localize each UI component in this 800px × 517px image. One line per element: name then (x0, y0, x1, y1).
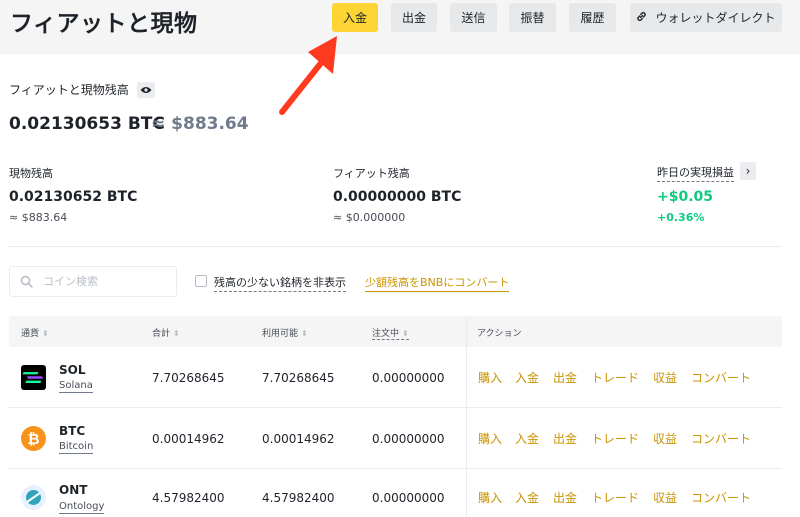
total-value: 0.00014962 (152, 432, 225, 446)
page-header: フィアットと現物 入金 出金 送信 振替 履歴 ウォレットダイレクト (0, 0, 800, 54)
convert-action[interactable]: コンバート (691, 369, 751, 386)
hide-small-checkbox[interactable] (195, 275, 207, 287)
total-btc-balance: 0.02130653 BTC (9, 114, 165, 134)
trade-action[interactable]: トレード (591, 430, 639, 447)
withdraw-action[interactable]: 出金 (553, 430, 577, 447)
transfer-button[interactable]: 振替 (509, 3, 556, 32)
spot-balance-btc: 0.02130652 BTC (9, 189, 138, 205)
buy-action[interactable]: 購入 (478, 430, 502, 447)
buy-action[interactable]: 購入 (478, 369, 502, 386)
send-button[interactable]: 送信 (450, 3, 497, 32)
earn-action[interactable]: 収益 (653, 430, 677, 447)
coin-symbol: BTC (59, 424, 86, 438)
withdraw-button[interactable]: 出金 (391, 3, 437, 32)
table-header: 通貨 ⬍ 合計 ⬍ 利用可能 ⬍ 注文中 ⬍ アクション (9, 316, 782, 347)
balance-title-label: フィアットと現物残高 (9, 83, 129, 97)
sort-icon: ⬍ (301, 329, 308, 338)
earn-action[interactable]: 収益 (653, 489, 677, 506)
coin-name-link[interactable]: Solana (59, 380, 93, 393)
sort-icon: ⬍ (173, 329, 180, 338)
coin-name-link[interactable]: Bitcoin (59, 441, 94, 454)
pnl-value: +$0.05 (657, 189, 714, 205)
total-value: 7.70268645 (152, 371, 225, 385)
available-value: 7.70268645 (262, 371, 335, 385)
spot-balance-usd: ≈ $883.64 (9, 211, 68, 224)
in-order-value: 0.00000000 (372, 371, 445, 385)
sort-icon: ⬍ (402, 329, 409, 338)
in-order-value: 0.00000000 (372, 432, 445, 446)
convert-action[interactable]: コンバート (691, 430, 751, 447)
svg-text:₿: ₿ (27, 430, 39, 448)
pnl-percent: +0.36% (657, 211, 705, 224)
trade-action[interactable]: トレード (591, 489, 639, 506)
header-in-order[interactable]: 注文中 ⬍ (372, 326, 409, 340)
balance-title: フィアットと現物残高 (9, 81, 155, 98)
pnl-label[interactable]: 昨日の実現損益 (657, 164, 734, 182)
fiat-balance-label: フィアット残高 (333, 167, 410, 180)
table-row: ₿ BTC Bitcoin 0.00014962 0.00014962 0.00… (9, 408, 782, 468)
table-row: ONT Ontology 4.57982400 4.57982400 0.000… (9, 469, 782, 517)
ontology-icon (21, 485, 46, 510)
fiat-balance-usd: ≈ $0.000000 (333, 211, 406, 224)
convert-to-bnb-link[interactable]: 少額残高をBNBにコンバート (365, 274, 510, 292)
table-row: SOL Solana 7.70268645 7.70268645 0.00000… (9, 347, 782, 407)
link-icon (636, 11, 647, 25)
wallet-direct-label: ウォレットダイレクト (655, 11, 776, 25)
page-title: フィアットと現物 (10, 11, 198, 37)
spot-balance-label: 現物残高 (9, 167, 53, 180)
fiat-balance-btc: 0.00000000 BTC (333, 189, 462, 205)
chevron-right-icon[interactable]: › (740, 162, 756, 180)
trade-action[interactable]: トレード (591, 369, 639, 386)
header-currency[interactable]: 通貨 ⬍ (21, 326, 49, 339)
eye-icon[interactable] (136, 81, 155, 98)
available-value: 4.57982400 (262, 491, 335, 505)
sort-icon: ⬍ (42, 329, 49, 338)
total-value: 4.57982400 (152, 491, 225, 505)
header-total[interactable]: 合計 ⬍ (152, 326, 180, 339)
header-action: アクション (477, 329, 522, 339)
coin-symbol: SOL (59, 363, 86, 377)
withdraw-action[interactable]: 出金 (553, 369, 577, 386)
in-order-value: 0.00000000 (372, 491, 445, 505)
hide-small-label[interactable]: 残高の少ない銘柄を非表示 (214, 274, 346, 292)
earn-action[interactable]: 収益 (653, 369, 677, 386)
section-divider (9, 246, 782, 247)
convert-action[interactable]: コンバート (691, 489, 751, 506)
deposit-action[interactable]: 入金 (515, 369, 539, 386)
deposit-action[interactable]: 入金 (515, 489, 539, 506)
search-input[interactable] (43, 275, 163, 288)
header-available[interactable]: 利用可能 ⬍ (262, 326, 308, 339)
bitcoin-icon: ₿ (21, 426, 46, 451)
available-value: 0.00014962 (262, 432, 335, 446)
coin-name-link[interactable]: Ontology (59, 501, 105, 514)
withdraw-action[interactable]: 出金 (553, 489, 577, 506)
red-arrow-annotation (279, 36, 337, 115)
coin-search-box[interactable] (9, 266, 177, 297)
deposit-button[interactable]: 入金 (332, 3, 378, 32)
deposit-action[interactable]: 入金 (515, 430, 539, 447)
coin-symbol: ONT (59, 483, 88, 497)
history-button[interactable]: 履歴 (569, 3, 616, 32)
total-usd-balance: ≈ $883.64 (151, 114, 249, 134)
buy-action[interactable]: 購入 (478, 489, 502, 506)
search-icon (20, 275, 33, 288)
wallet-direct-button[interactable]: ウォレットダイレクト (630, 3, 782, 32)
solana-icon (21, 365, 46, 390)
